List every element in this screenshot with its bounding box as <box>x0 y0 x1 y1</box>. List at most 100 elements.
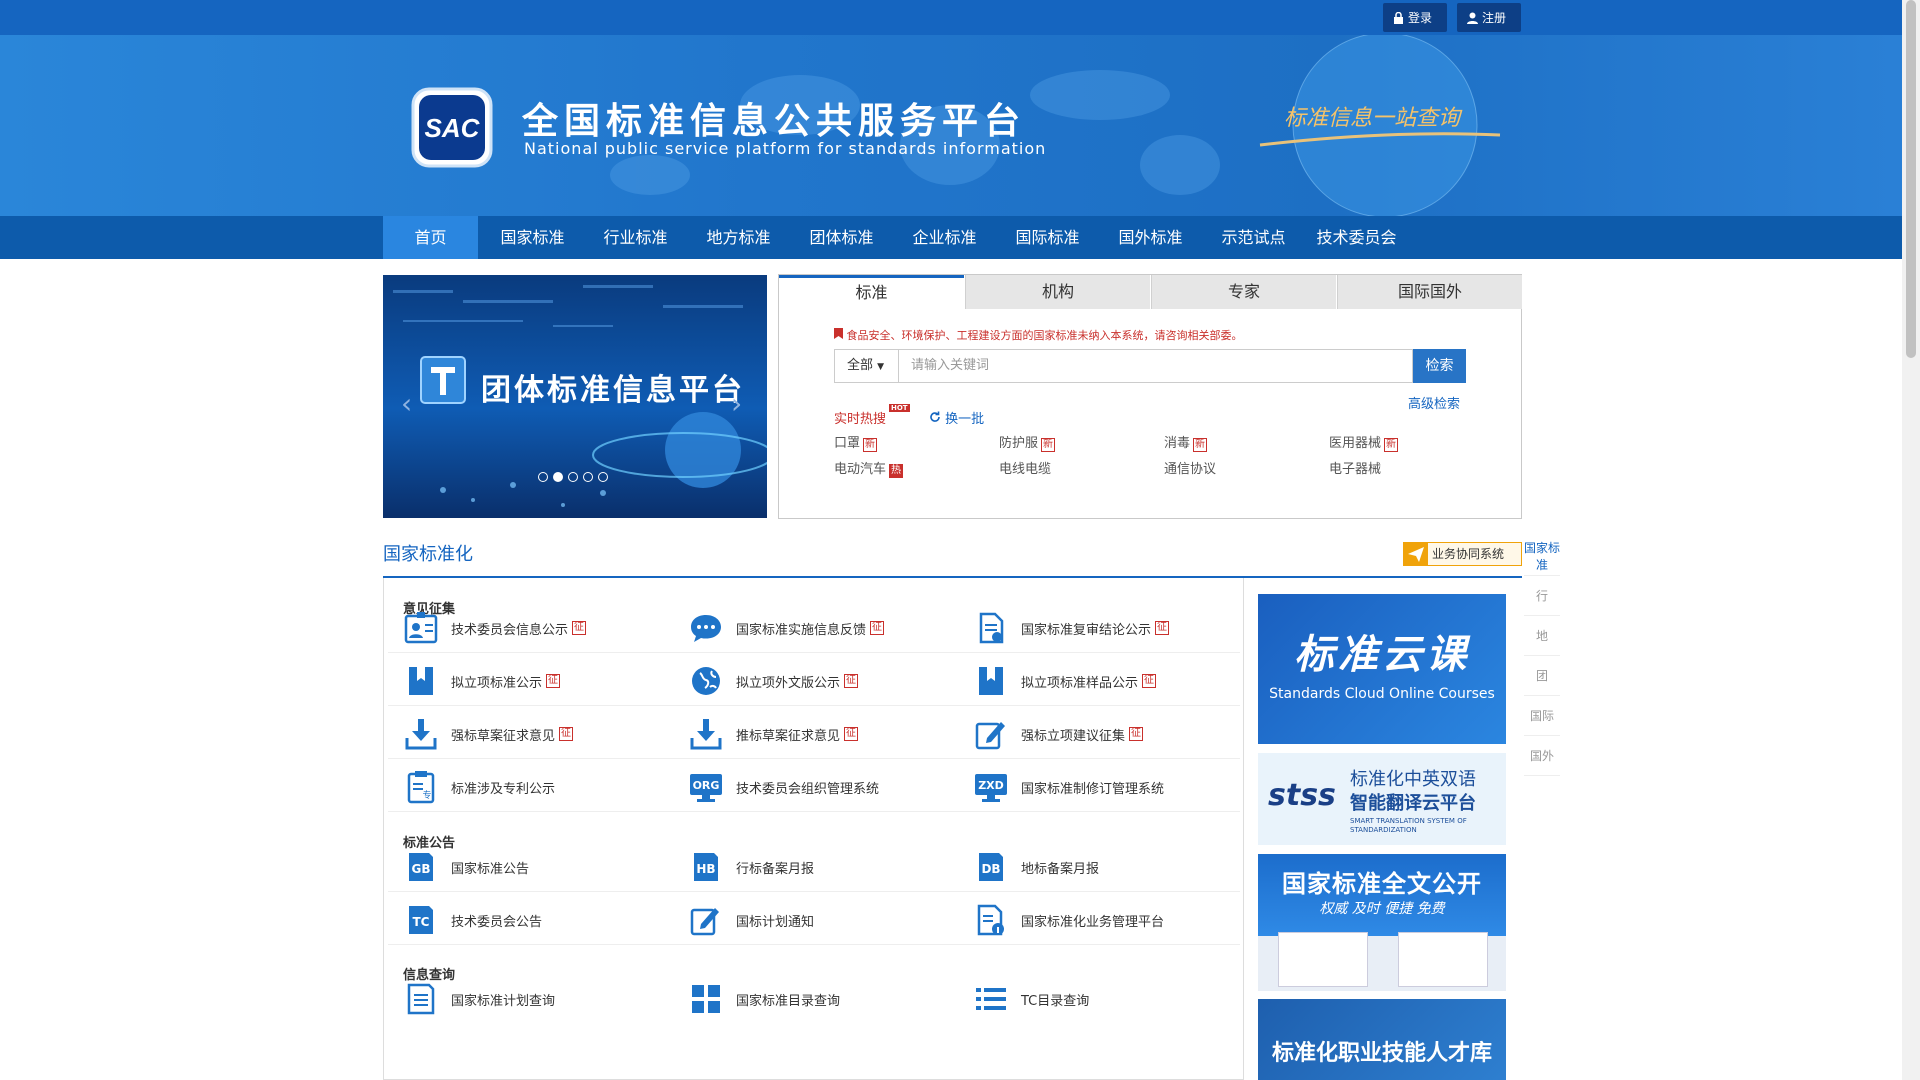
service-label: 国家标准计划查询 <box>451 993 556 1009</box>
register-button[interactable]: 注册 <box>1457 3 1521 32</box>
promo-subtitle: Standards Cloud Online Courses <box>1269 686 1495 702</box>
service-item[interactable]: 拟立项标准样品公示征 <box>973 661 1157 701</box>
login-button[interactable]: 登录 <box>1383 3 1447 32</box>
hot-item[interactable]: 电子器械 <box>1329 458 1381 477</box>
solicit-tag: 征 <box>1142 674 1157 688</box>
advanced-search-link[interactable]: 高级检索 <box>1408 393 1460 412</box>
side-nav-international[interactable]: 国际 <box>1524 696 1560 736</box>
main-nav: 首页 国家标准 行业标准 地方标准 团体标准 企业标准 国际标准 国外标准 示范… <box>0 216 1902 259</box>
search-notice-text: 食品安全、环境保护、工程建设方面的国家标准未纳入本系统，请咨询相关部委。 <box>846 329 1243 342</box>
service-item[interactable]: 拟立项标准公示征 <box>403 661 561 701</box>
tab-standards[interactable]: 标准 <box>779 275 964 309</box>
nav-national-standards[interactable]: 国家标准 <box>485 216 580 259</box>
screenshot-thumbnail <box>1278 932 1368 987</box>
tab-international[interactable]: 国际国外 <box>1337 275 1522 309</box>
nav-enterprise-standards[interactable]: 企业标准 <box>897 216 992 259</box>
carousel-dot[interactable] <box>538 472 548 482</box>
carousel-dot-active[interactable] <box>553 472 563 482</box>
promo-talent-pool[interactable]: 标准化职业技能人才库 <box>1258 999 1506 1080</box>
register-label: 注册 <box>1482 11 1507 25</box>
tab-experts[interactable]: 专家 <box>1151 275 1336 309</box>
hot-item[interactable]: 医用器械新 <box>1329 432 1399 452</box>
document-info-icon <box>977 904 1004 936</box>
hot-item[interactable]: 防护服新 <box>999 432 1056 452</box>
carousel-prev-icon[interactable]: ‹ <box>401 387 412 420</box>
nav-pilot[interactable]: 示范试点 <box>1206 216 1301 259</box>
new-tag: 新 <box>863 438 878 452</box>
carousel-title: 团体标准信息平台 <box>481 373 745 408</box>
carousel-next-icon[interactable]: › <box>731 387 742 420</box>
service-item[interactable]: 国标计划通知 <box>688 900 814 940</box>
side-nav-industry[interactable]: 行 <box>1524 576 1560 616</box>
login-label: 登录 <box>1408 11 1433 25</box>
nav-home[interactable]: 首页 <box>383 216 478 259</box>
search-notice: 食品安全、环境保护、工程建设方面的国家标准未纳入本系统，请咨询相关部委。 <box>834 327 1243 343</box>
nav-technical-committee[interactable]: 技术委员会 <box>1309 216 1404 259</box>
screenshot-thumbnail <box>1398 932 1488 987</box>
service-item[interactable]: TC目录查询 <box>973 979 1089 1019</box>
user-icon <box>1467 12 1478 24</box>
row-divider <box>388 758 1240 759</box>
carousel-dot[interactable] <box>598 472 608 482</box>
service-item[interactable]: 拟立项外文版公示征 <box>688 661 859 701</box>
nav-group-standards[interactable]: 团体标准 <box>794 216 889 259</box>
search-input[interactable]: 请输入关键词 <box>899 349 1413 383</box>
hot-item[interactable]: 通信协议 <box>1164 458 1216 477</box>
carousel-dot[interactable] <box>568 472 578 482</box>
service-item[interactable]: DB 地标备案月报 <box>973 847 1099 887</box>
promo-translation-platform[interactable]: stss 标准化中英双语 智能翻译云平台 SMART TRANSLATION S… <box>1258 753 1506 845</box>
solicit-tag: 征 <box>1129 727 1144 741</box>
nav-foreign-standards[interactable]: 国外标准 <box>1103 216 1198 259</box>
service-item[interactable]: 专 标准涉及专利公示 <box>403 767 555 807</box>
nav-industry-standards[interactable]: 行业标准 <box>588 216 683 259</box>
service-label: 国家标准制修订管理系统 <box>1021 781 1165 797</box>
service-item[interactable]: HB 行标备案月报 <box>688 847 814 887</box>
refresh-button[interactable]: 换一批 <box>929 408 984 427</box>
hot-item[interactable]: 电动汽车热 <box>834 458 904 478</box>
solicit-tag: 征 <box>870 621 885 635</box>
service-item[interactable]: ZXD 国家标准制修订管理系统 <box>973 767 1164 807</box>
side-nav-national[interactable]: 国家标准 <box>1524 536 1560 576</box>
service-item[interactable]: GB 国家标准公告 <box>403 847 529 887</box>
download-icon <box>690 719 722 750</box>
service-item[interactable]: 国家标准复审结论公示征 <box>973 608 1170 648</box>
service-item[interactable]: 强标立项建议征集征 <box>973 714 1144 754</box>
service-label: 行标备案月报 <box>736 861 815 877</box>
site-subtitle: National public service platform for sta… <box>524 139 1047 158</box>
tab-organizations[interactable]: 机构 <box>965 275 1150 309</box>
service-item[interactable]: 国家标准化业务管理平台 <box>973 900 1164 940</box>
service-item[interactable]: TC 技术委员会公告 <box>403 900 542 940</box>
solicit-tag: 征 <box>844 727 859 741</box>
service-item[interactable]: 国家标准计划查询 <box>403 979 555 1019</box>
scrollbar-thumb[interactable] <box>1906 0 1916 358</box>
service-item[interactable]: 推标草案征求意见征 <box>688 714 859 754</box>
service-item[interactable]: 技术委员会信息公示征 <box>403 608 587 648</box>
sac-logo[interactable]: SAC <box>409 85 495 170</box>
id-card-icon <box>404 612 438 644</box>
hot-item[interactable]: 口罩新 <box>834 432 878 452</box>
promo-cloud-course[interactable]: 标准云课 Standards Cloud Online Courses <box>1258 594 1506 744</box>
search-scope-value: 全部 <box>847 358 874 373</box>
service-item[interactable]: ORG 技术委员会组织管理系统 <box>688 767 879 807</box>
side-nav-local[interactable]: 地 <box>1524 616 1560 656</box>
service-label: 技术委员会信息公示 <box>451 622 569 638</box>
banner-carousel[interactable]: 团体标准信息平台 ‹ › <box>383 275 767 518</box>
list-icon <box>976 988 1006 1010</box>
service-item[interactable]: 国家标准实施信息反馈征 <box>688 608 885 648</box>
search-scope-select[interactable]: 全部 ▼ <box>834 349 899 383</box>
hot-item[interactable]: 消毒新 <box>1164 432 1208 452</box>
vertical-scrollbar[interactable] <box>1902 0 1920 1080</box>
side-nav-foreign[interactable]: 国外 <box>1524 736 1560 776</box>
carousel-dot[interactable] <box>583 472 593 482</box>
hot-item[interactable]: 电线电缆 <box>999 458 1051 477</box>
service-item[interactable]: 强标草案征求意见征 <box>403 714 574 754</box>
side-nav-group[interactable]: 团 <box>1524 656 1560 696</box>
nav-international-standards[interactable]: 国际标准 <box>1000 216 1095 259</box>
row-divider <box>388 652 1240 653</box>
search-button[interactable]: 检索 <box>1413 349 1466 383</box>
bookmark-book-icon <box>409 667 433 695</box>
nav-local-standards[interactable]: 地方标准 <box>691 216 786 259</box>
service-item[interactable]: 国家标准目录查询 <box>688 979 840 1019</box>
promo-fulltext[interactable]: 国家标准全文公开 权威 及时 便捷 免费 <box>1258 854 1506 991</box>
collaboration-system-button[interactable]: 业务协同系统 <box>1403 542 1522 566</box>
